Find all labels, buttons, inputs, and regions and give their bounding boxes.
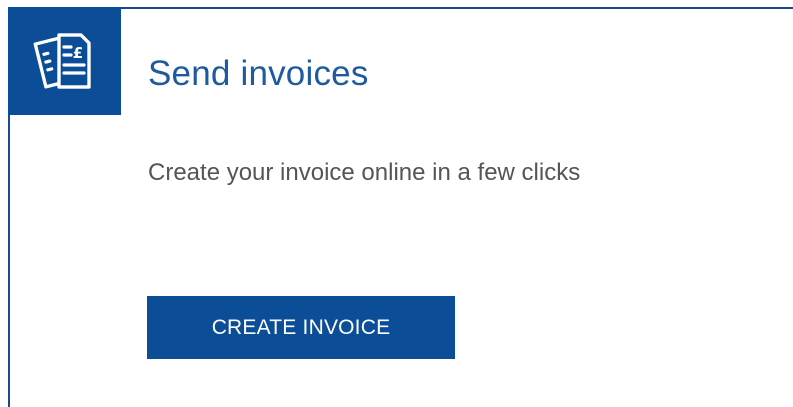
- create-invoice-button[interactable]: CREATE INVOICE: [147, 296, 455, 359]
- card-title: Send invoices: [148, 54, 369, 93]
- invoice-pound-icon: £: [33, 33, 91, 89]
- send-invoices-card: £ Send invoices Create your invoice onli…: [8, 7, 793, 407]
- icon-tile: £: [8, 7, 121, 115]
- svg-text:£: £: [72, 44, 82, 62]
- card-description: Create your invoice online in a few clic…: [148, 159, 581, 186]
